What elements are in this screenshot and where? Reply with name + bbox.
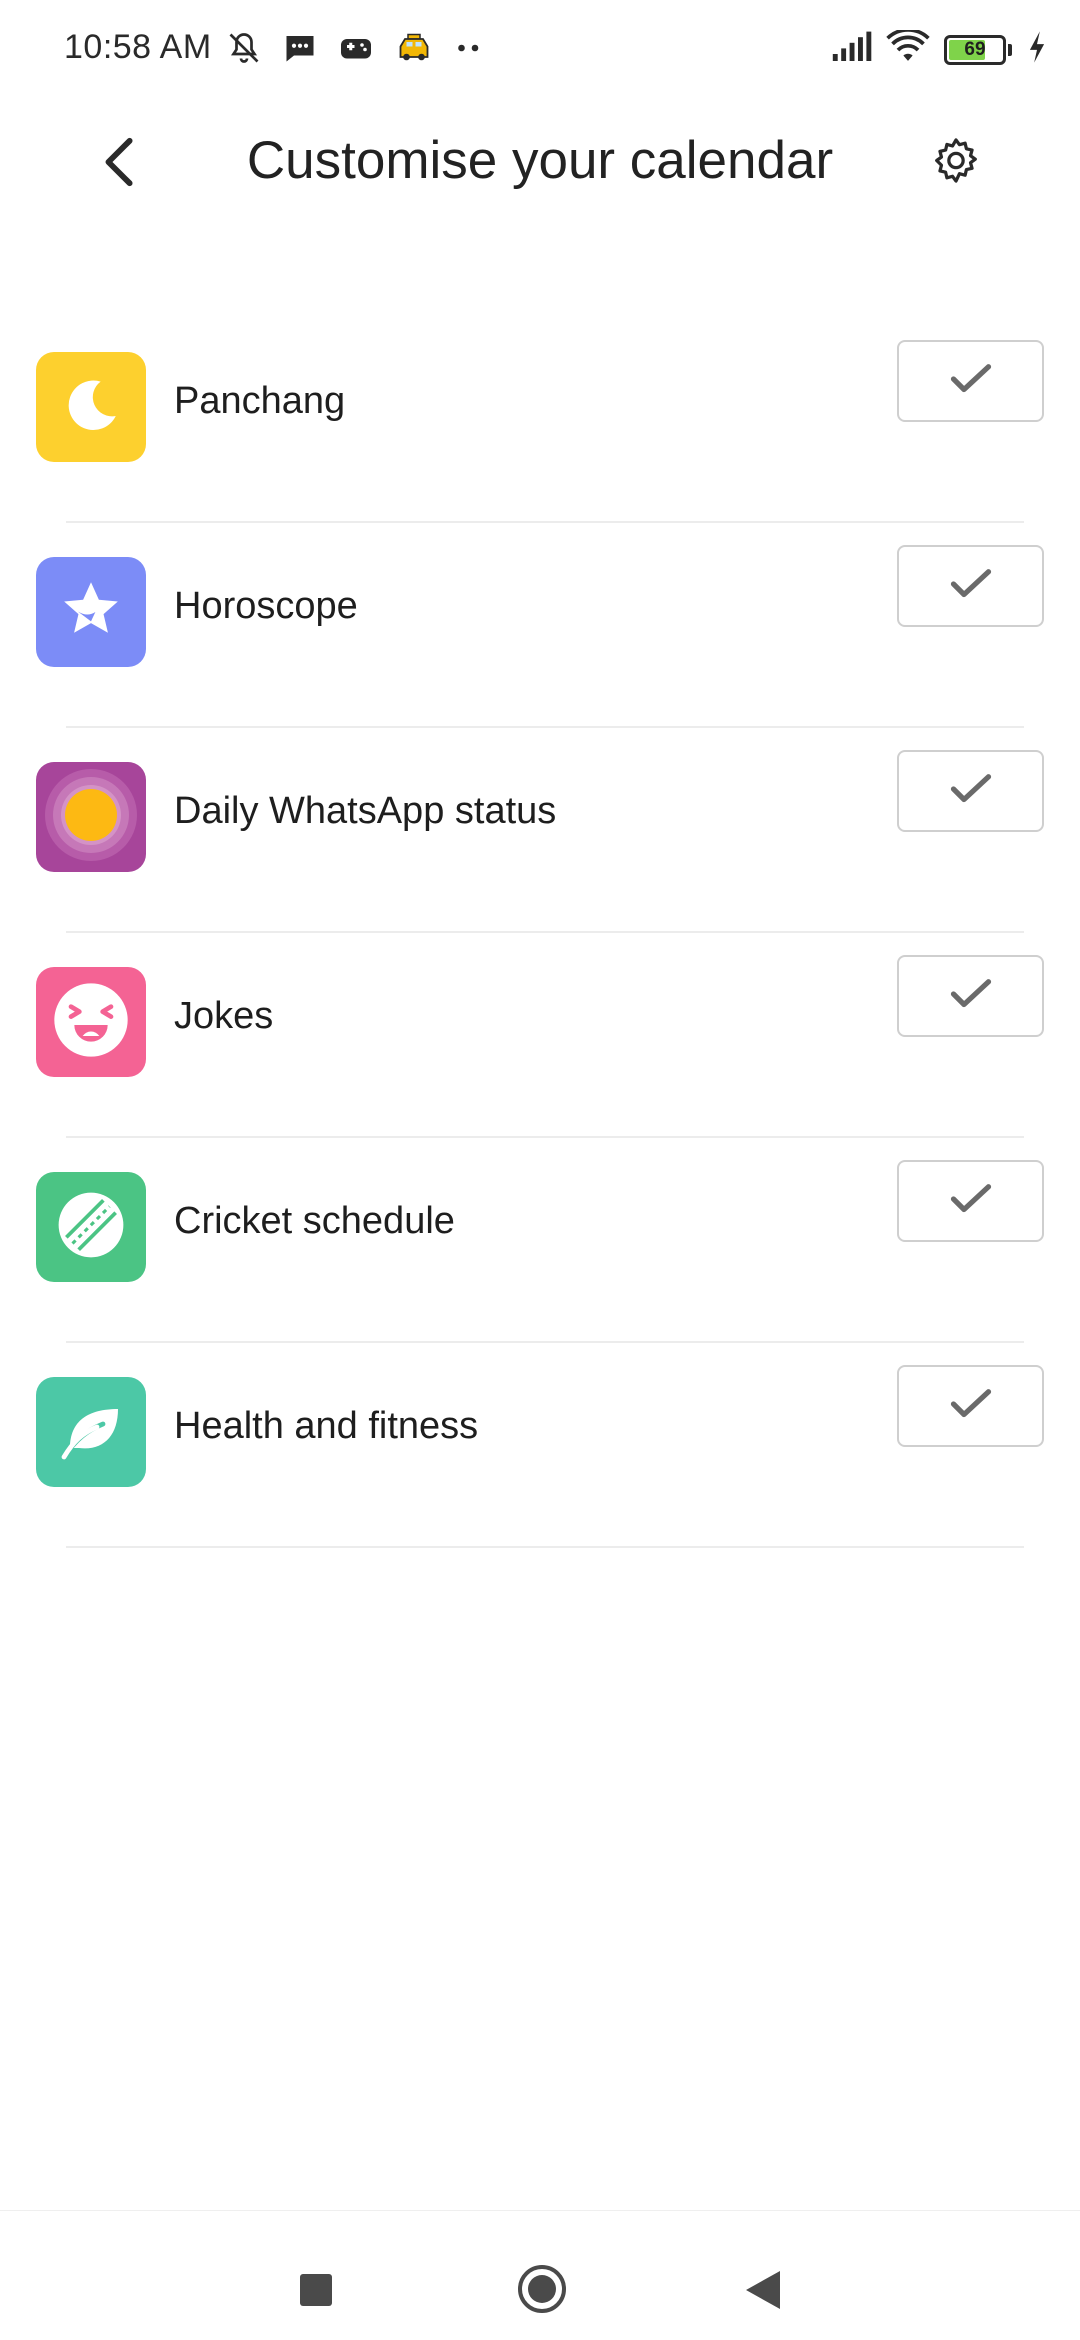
whatsapp-status-icon-tile bbox=[36, 762, 146, 872]
health-icon-tile bbox=[36, 1377, 146, 1487]
taxi-icon bbox=[394, 30, 434, 66]
checkmark-icon bbox=[950, 363, 992, 400]
item-label: Jokes bbox=[174, 995, 274, 1037]
list-item-panchang[interactable]: Panchang bbox=[0, 318, 1080, 523]
checkmark-icon bbox=[950, 1183, 992, 1220]
battery-tip bbox=[1008, 43, 1012, 56]
system-icons: 69 bbox=[830, 28, 1048, 69]
list-item-daily-whatsapp-status[interactable]: Daily WhatsApp status bbox=[0, 728, 1080, 933]
status-bar: 10:58 AM 69 bbox=[0, 0, 1080, 100]
gear-icon bbox=[930, 136, 982, 193]
back-triangle-icon[interactable] bbox=[744, 2269, 782, 2311]
checkmark-icon bbox=[950, 773, 992, 810]
cricket-icon-tile bbox=[36, 1172, 146, 1282]
checkmark-icon bbox=[950, 568, 992, 605]
sun-icon bbox=[36, 762, 146, 872]
item-label: Cricket schedule bbox=[174, 1200, 455, 1242]
divider bbox=[66, 1546, 1024, 1548]
leaf-icon bbox=[55, 1394, 127, 1471]
star-icon bbox=[56, 575, 126, 650]
list-item-horoscope[interactable]: Horoscope bbox=[0, 523, 1080, 728]
moon-icon bbox=[58, 372, 124, 443]
calendar-options-list: Panchang Horoscope Daily WhatsApp status… bbox=[0, 318, 1080, 1548]
checkbox-health-and-fitness[interactable] bbox=[897, 1365, 1044, 1447]
more-dots-icon bbox=[454, 30, 484, 66]
cricket-ball-icon bbox=[54, 1188, 128, 1267]
checkbox-jokes[interactable] bbox=[897, 955, 1044, 1037]
horoscope-icon-tile bbox=[36, 557, 146, 667]
laughing-face-icon bbox=[51, 980, 131, 1065]
battery-icon: 69 bbox=[944, 34, 1006, 65]
message-icon bbox=[282, 30, 318, 66]
gamepad-icon bbox=[338, 30, 374, 66]
item-label: Horoscope bbox=[174, 585, 358, 627]
jokes-icon-tile bbox=[36, 967, 146, 1077]
checkbox-panchang[interactable] bbox=[897, 340, 1044, 422]
home-icon[interactable] bbox=[516, 2263, 568, 2315]
item-label: Panchang bbox=[174, 380, 346, 422]
checkbox-cricket-schedule[interactable] bbox=[897, 1160, 1044, 1242]
list-item-health-and-fitness[interactable]: Health and fitness bbox=[0, 1343, 1080, 1548]
item-label: Health and fitness bbox=[174, 1405, 479, 1447]
item-label: Daily WhatsApp status bbox=[174, 790, 557, 832]
page-title: Customise your calendar bbox=[246, 131, 834, 190]
settings-button[interactable] bbox=[926, 134, 986, 194]
header: Customise your calendar bbox=[0, 100, 1080, 230]
bell-off-icon bbox=[226, 30, 262, 66]
wifi-icon bbox=[886, 28, 930, 69]
notification-icons bbox=[226, 30, 484, 66]
list-item-cricket-schedule[interactable]: Cricket schedule bbox=[0, 1138, 1080, 1343]
screen: 10:58 AM 69 Customise your calendar Panc… bbox=[0, 0, 1080, 2340]
checkbox-daily-whatsapp-status[interactable] bbox=[897, 750, 1044, 832]
navigation-bar bbox=[0, 2210, 1080, 2340]
recent-apps-icon[interactable] bbox=[300, 2274, 332, 2306]
battery-level: 69 bbox=[964, 38, 986, 60]
checkmark-icon bbox=[950, 978, 992, 1015]
status-time: 10:58 AM bbox=[64, 28, 212, 66]
charging-bolt-icon bbox=[1026, 30, 1048, 69]
checkbox-horoscope[interactable] bbox=[897, 545, 1044, 627]
panchang-icon-tile bbox=[36, 352, 146, 462]
checkmark-icon bbox=[950, 1388, 992, 1425]
signal-icon bbox=[830, 30, 872, 69]
list-item-jokes[interactable]: Jokes bbox=[0, 933, 1080, 1138]
